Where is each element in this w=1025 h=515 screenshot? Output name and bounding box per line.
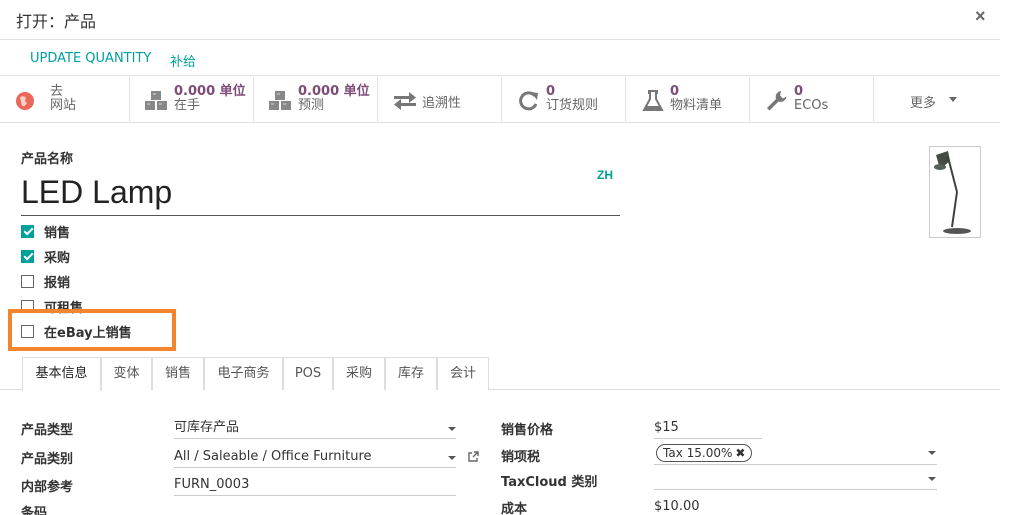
checkbox-purchase[interactable]: 采购 [21,247,71,266]
dialog-title: 打开：产品 [16,12,97,31]
forecast-label: 预测 [298,98,325,113]
bom-label: 物料清单 [670,98,723,113]
checkbox-box[interactable] [21,299,34,313]
bom-button[interactable]: 0 物料清单 [626,77,750,123]
on-hand-label: 在手 [174,98,201,113]
checkbox-label: 在eBay上销售 [44,325,132,341]
caret-down-icon [949,97,957,102]
internal-ref-label: 内部参考 [21,480,74,495]
website-line2: 网站 [50,98,77,113]
bom-value: 0 [670,84,680,99]
ecos-value: 0 [794,84,804,99]
checkbox-box[interactable] [21,224,34,238]
product-category-label: 产品类别 [21,452,74,467]
language-button[interactable]: ZH [597,168,613,182]
replenish-button[interactable]: 补给 [170,51,196,70]
ecos-label: ECOs [794,98,829,113]
traceability-button[interactable]: 追溯性 [378,77,502,123]
caret-down-icon [928,477,936,481]
more-button[interactable]: 更多 [874,77,1000,123]
tab-accounting[interactable]: 会计 [437,357,489,390]
sales-tax-label: 销项税 [501,450,541,465]
forecast-value: 0.000 单位 [298,84,370,99]
tab-purchase[interactable]: 采购 [333,357,385,390]
product-type-label: 产品类型 [21,423,74,438]
tab-general[interactable]: 基本信息 [22,357,101,391]
sales-price-input[interactable]: $15 [654,420,762,439]
checkbox-rentable[interactable]: 可租售 [21,297,84,316]
cost-label: 成本 [501,502,528,515]
tab-pos[interactable]: POS [283,357,333,390]
cubes-icon [145,91,167,110]
on-hand-button[interactable]: 0.000 单位 在手 [130,77,254,123]
notebook-tabs: 基本信息 变体 销售 电子商务 POS 采购 库存 会计 [0,357,1000,391]
on-hand-value: 0.000 单位 [174,84,246,99]
refresh-icon [519,91,538,111]
reorder-rules-button[interactable]: 0 订货规则 [502,77,626,123]
tab-sales[interactable]: 销售 [152,357,204,390]
checkbox-label: 采购 [44,250,71,266]
product-name-label: 产品名称 [21,152,74,167]
internal-ref-input[interactable]: FURN_0003 [174,477,456,496]
checkbox-label: 销售 [44,225,71,241]
external-link-icon[interactable] [467,450,480,463]
checkbox-label: 报销 [44,275,71,291]
sales-price-label: 销售价格 [501,423,554,438]
flask-icon [642,90,664,111]
caret-down-icon [448,456,456,460]
product-type-select[interactable]: 可库存产品 [174,420,456,439]
checkbox-expense[interactable]: 报销 [21,272,71,291]
forecast-button[interactable]: 0.000 单位 预测 [254,77,378,123]
website-button[interactable]: 去 网站 [0,77,130,123]
checkbox-box[interactable] [21,274,34,288]
tab-inventory[interactable]: 库存 [385,357,437,390]
tax-tag: Tax 15.00% ✖ [656,444,753,462]
remove-tag-icon[interactable]: ✖ [735,446,745,460]
checkbox-box[interactable] [21,324,34,338]
checkbox-ebay[interactable]: 在eBay上销售 [21,322,132,341]
more-label: 更多 [910,96,937,111]
barcode-label: 条码 [21,506,48,515]
exchange-icon [394,92,416,110]
checkbox-box[interactable] [21,249,34,263]
reorder-value: 0 [546,84,556,99]
tab-ecommerce[interactable]: 电子商务 [204,357,283,390]
taxcloud-category-label: TaxCloud 类别 [501,475,598,490]
taxcloud-category-select[interactable] [654,471,937,490]
product-name-input[interactable] [21,170,620,216]
product-image[interactable] [929,146,981,238]
globe-icon [16,92,34,110]
wrench-icon [767,91,787,111]
ecos-button[interactable]: 0 ECOs [750,77,874,123]
product-category-select[interactable]: All / Saleable / Office Furniture [174,449,456,468]
dialog-header: 打开：产品 × [0,0,1000,40]
tab-variants[interactable]: 变体 [101,357,152,390]
cubes-icon [269,91,291,110]
lamp-image [934,151,971,234]
website-line1: 去 [50,84,64,99]
action-bar: UPDATE QUANTITY 补给 [0,41,1000,76]
update-quantity-button[interactable]: UPDATE QUANTITY [30,51,151,66]
cost-value: $10.00 [654,499,700,514]
reorder-label: 订货规则 [546,98,599,113]
checkbox-label: 可租售 [44,300,84,316]
close-button[interactable]: × [975,6,986,27]
tax-tag-label: Tax 15.00% [663,446,733,460]
caret-down-icon [928,451,936,455]
smart-button-bar: 去 网站 0.000 单位 在手 0.000 单位 预测 追溯性 0 订货规则 … [0,77,1000,123]
traceability-label: 追溯性 [422,96,462,111]
caret-down-icon [448,427,456,431]
checkbox-sale[interactable]: 销售 [21,222,71,241]
